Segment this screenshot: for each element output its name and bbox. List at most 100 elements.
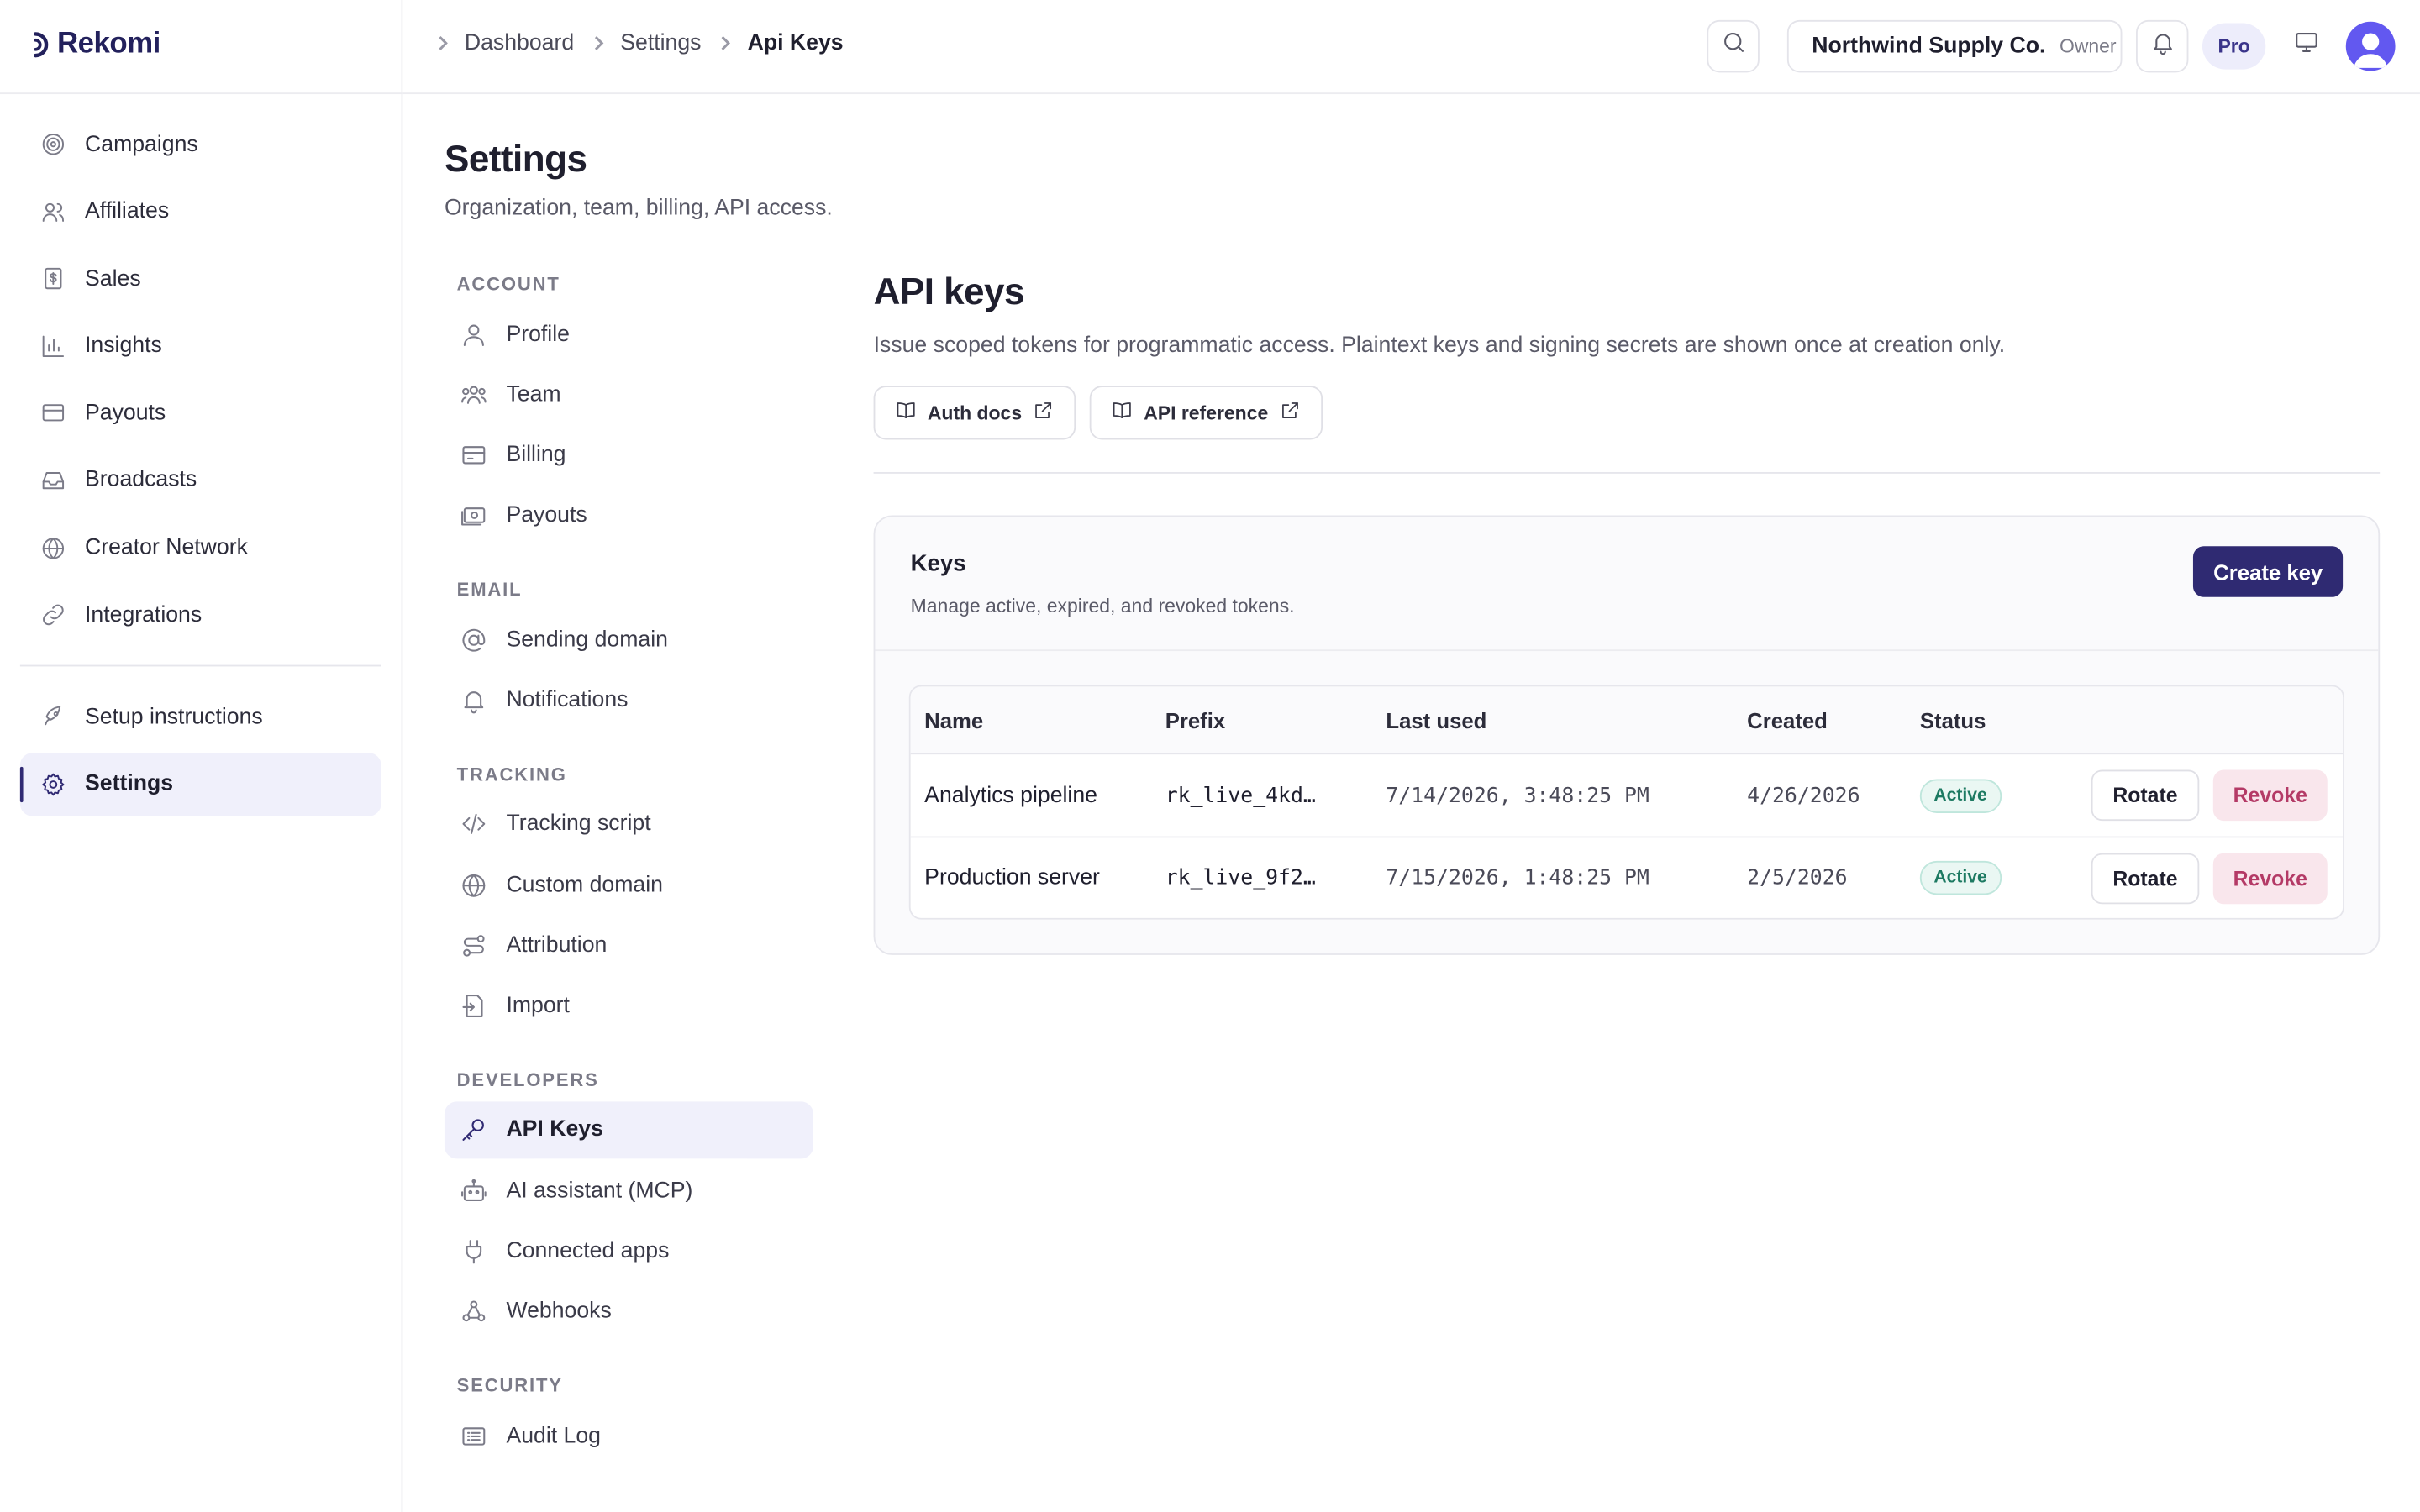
auth-docs-link[interactable]: Auth docs	[873, 386, 1076, 440]
gear-icon	[40, 771, 66, 797]
file-import-icon	[458, 991, 487, 1021]
revoke-button[interactable]: Revoke	[2212, 852, 2328, 904]
settings-item-label: AI assistant (MCP)	[506, 1178, 693, 1204]
chevron-right-icon	[590, 34, 608, 52]
settings-item-api-keys[interactable]: API Keys	[444, 1101, 813, 1159]
book-icon	[895, 400, 917, 426]
key-prefix: rk_live_9f2…	[1165, 865, 1316, 890]
notifications-button[interactable]	[2135, 19, 2189, 73]
plan-badge[interactable]: Pro	[2202, 23, 2266, 70]
key-last-used: 7/14/2026, 3:48:25 PM	[1386, 783, 1649, 808]
divider	[873, 472, 2381, 474]
keys-card-title: Keys	[910, 550, 966, 577]
sidebar-item-integrations[interactable]: Integrations	[20, 584, 381, 647]
breadcrumb-dashboard[interactable]: Dashboard	[465, 31, 574, 55]
section-title-account: ACCOUNT	[456, 273, 560, 295]
settings-item-connected-apps[interactable]: Connected apps	[445, 1223, 813, 1280]
rotate-button[interactable]: Rotate	[2091, 769, 2200, 822]
credit-card-icon	[40, 400, 66, 426]
settings-item-label: Connected apps	[506, 1238, 670, 1264]
settings-item-import[interactable]: Import	[445, 978, 813, 1035]
org-switcher[interactable]: Northwind Supply Co. Owner	[1786, 19, 2123, 73]
key-icon	[458, 1116, 487, 1145]
section-title-developers: DEVELOPERS	[456, 1068, 599, 1091]
sidebar-item-campaigns[interactable]: Campaigns	[20, 113, 381, 176]
keys-card: Keys Manage active, expired, and revoked…	[873, 515, 2381, 955]
inbox-icon	[40, 467, 66, 493]
display-button[interactable]	[2279, 19, 2333, 73]
status-badge: Active	[1919, 778, 2002, 813]
key-name: Production server	[924, 865, 1100, 890]
sidebar-divider	[0, 92, 403, 95]
key-prefix: rk_live_4kd…	[1165, 783, 1316, 808]
settings-item-label: Notifications	[506, 688, 629, 713]
sidebar-item-label: Sales	[85, 266, 141, 291]
settings-item-payouts[interactable]: Payouts	[445, 487, 813, 544]
settings-item-sending-domain[interactable]: Sending domain	[445, 612, 813, 669]
users-icon	[40, 198, 66, 224]
link-label: Auth docs	[927, 402, 1023, 424]
search-icon	[1720, 29, 1746, 63]
sidebar-item-insights[interactable]: Insights	[20, 314, 381, 377]
monitor-icon	[2292, 29, 2318, 63]
settings-item-label: Billing	[506, 443, 566, 468]
keys-table: Name Prefix Last used Created Status Ana…	[908, 685, 2344, 920]
breadcrumb: Dashboard Settings Api Keys	[434, 31, 859, 55]
sidebar-item-label: Payouts	[85, 401, 166, 426]
status-cell: Active	[1919, 860, 2002, 895]
column-header-created: Created	[1747, 707, 1828, 732]
credit-card-icon	[458, 441, 487, 470]
settings-item-attribution[interactable]: Attribution	[445, 917, 813, 974]
sidebar-item-creator-network[interactable]: Creator Network	[20, 516, 381, 579]
settings-item-custom-domain[interactable]: Custom domain	[445, 857, 813, 914]
settings-item-ai-assistant[interactable]: AI assistant (MCP)	[445, 1163, 813, 1220]
settings-item-profile[interactable]: Profile	[445, 306, 813, 363]
section-title-email: EMAIL	[456, 579, 523, 601]
sidebar-item-setup-instructions[interactable]: Setup instructions	[20, 685, 381, 748]
settings-item-label: Team	[506, 382, 561, 407]
api-reference-link[interactable]: API reference	[1089, 386, 1323, 440]
rotate-button[interactable]: Rotate	[2091, 852, 2200, 904]
revoke-button[interactable]: Revoke	[2212, 769, 2328, 822]
keys-card-body: Name Prefix Last used Created Status Ana…	[875, 651, 2378, 953]
user-avatar-icon	[2353, 33, 2388, 68]
link-icon	[40, 602, 66, 628]
logo[interactable]: Rekomi	[31, 28, 160, 61]
banknote-icon	[458, 501, 487, 531]
sidebar-item-settings[interactable]: Settings	[19, 752, 381, 816]
settings-item-webhooks[interactable]: Webhooks	[445, 1284, 813, 1341]
settings-item-audit-log[interactable]: Audit Log	[445, 1407, 813, 1464]
section-title: API keys	[873, 271, 1025, 313]
table-row: Production server rk_live_9f2… 7/15/2026…	[910, 836, 2344, 917]
log-icon	[458, 1421, 487, 1451]
chevron-right-icon	[434, 34, 452, 52]
settings-item-label: API Keys	[506, 1117, 603, 1143]
key-created: 4/26/2026	[1747, 783, 1860, 808]
column-header-status: Status	[1919, 707, 1986, 732]
sidebar-item-sales[interactable]: Sales	[20, 247, 381, 310]
column-header-last-used: Last used	[1386, 707, 1487, 732]
webhook-icon	[458, 1297, 487, 1326]
status-cell: Active	[1919, 778, 2002, 813]
sidebar-item-label: Setup instructions	[85, 704, 263, 730]
settings-nav: ACCOUNT Profile Team Billing Payouts EMA…	[444, 262, 813, 1467]
sidebar-item-broadcasts[interactable]: Broadcasts	[20, 449, 381, 512]
sidebar-item-label: Insights	[85, 333, 162, 359]
page-subtitle: Organization, team, billing, API access.	[444, 196, 833, 221]
sidebar-item-affiliates[interactable]: Affiliates	[20, 180, 381, 243]
route-icon	[458, 931, 487, 960]
create-key-button[interactable]: Create key	[2193, 546, 2344, 597]
search-button[interactable]	[1707, 19, 1760, 73]
settings-item-tracking-script[interactable]: Tracking script	[445, 795, 813, 853]
code-icon	[458, 810, 487, 839]
rocket-icon	[40, 704, 66, 730]
avatar[interactable]	[2345, 21, 2396, 71]
settings-item-team[interactable]: Team	[445, 366, 813, 423]
sidebar-item-payouts[interactable]: Payouts	[20, 381, 381, 444]
doc-links: Auth docs API reference	[873, 386, 2381, 440]
chevron-right-icon	[717, 34, 735, 52]
settings-item-notifications[interactable]: Notifications	[445, 672, 813, 729]
settings-item-billing[interactable]: Billing	[445, 427, 813, 484]
org-role: Owner	[2059, 35, 2117, 57]
breadcrumb-settings[interactable]: Settings	[620, 31, 701, 55]
